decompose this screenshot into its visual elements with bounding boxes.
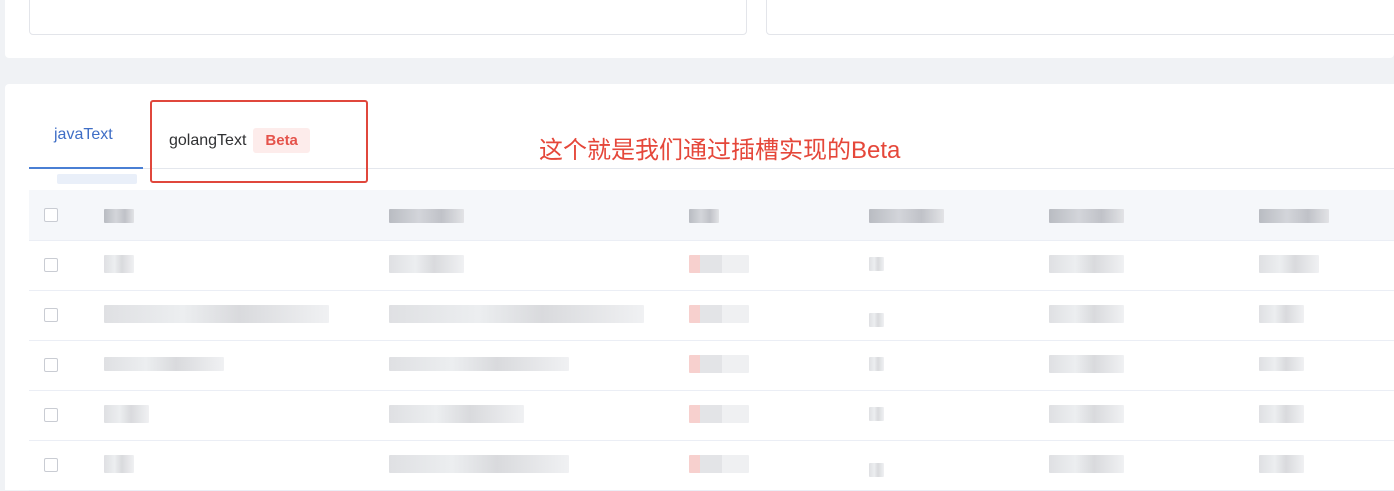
obscured-cell [104, 455, 134, 473]
obscured-cell [689, 255, 749, 273]
obscured-header-cell [389, 209, 464, 223]
obscured-header-cell [1259, 209, 1329, 223]
obscured-cell [1259, 357, 1304, 371]
row-checkbox[interactable] [44, 258, 58, 272]
obscured-header-cell [1049, 209, 1124, 223]
select-all-checkbox[interactable] [44, 208, 58, 222]
obscured-cell [389, 255, 464, 273]
obscured-cell [1259, 305, 1304, 323]
table-row[interactable] [29, 341, 1394, 391]
row-checkbox[interactable] [44, 458, 58, 472]
obscured-cell [389, 405, 524, 423]
obscured-cell [1259, 255, 1319, 273]
obscured-header-cell [869, 209, 944, 223]
table-row[interactable] [29, 391, 1394, 441]
table-row[interactable] [29, 441, 1394, 491]
obscured-cell [104, 305, 329, 323]
table-row[interactable] [29, 291, 1394, 341]
row-checkbox[interactable] [44, 408, 58, 422]
top-card-right [766, 0, 1394, 35]
obscured-cell [104, 405, 149, 423]
obscured-cell [869, 357, 884, 371]
table-row[interactable] [29, 241, 1394, 291]
annotation-highlight-box [150, 100, 368, 183]
obscured-cell [389, 305, 644, 323]
obscured-cell [1049, 305, 1124, 323]
top-panel [5, 0, 1394, 58]
obscured-header-cell [689, 209, 719, 223]
table-header [29, 190, 1394, 241]
obscured-cell [869, 463, 884, 477]
row-checkbox[interactable] [44, 308, 58, 322]
tab-java-text-label: javaText [54, 126, 113, 143]
obscured-cell [389, 357, 569, 371]
tab-java-text[interactable]: javaText [54, 126, 113, 144]
top-card-left [29, 0, 747, 35]
obscured-cell [689, 355, 749, 373]
obscured-cell [1049, 455, 1124, 473]
blurred-strip [57, 174, 137, 184]
row-checkbox[interactable] [44, 358, 58, 372]
obscured-cell [104, 357, 224, 371]
obscured-cell [689, 455, 749, 473]
obscured-cell [1259, 455, 1304, 473]
obscured-cell [1049, 255, 1124, 273]
obscured-cell [1049, 355, 1124, 373]
data-table [29, 190, 1394, 491]
annotation-text: 这个就是我们通过插槽实现的Beta [539, 137, 901, 164]
obscured-cell [869, 257, 884, 271]
main-panel: javaText golangText Beta 这个就是我们通过插槽实现的Be… [5, 84, 1394, 491]
obscured-cell [1049, 405, 1124, 423]
obscured-header-cell [104, 209, 134, 223]
obscured-cell [689, 405, 749, 423]
obscured-cell [1259, 405, 1304, 423]
obscured-cell [104, 255, 134, 273]
active-tab-indicator [29, 167, 143, 169]
obscured-cell [389, 455, 569, 473]
obscured-cell [689, 305, 749, 323]
obscured-cell [869, 407, 884, 421]
obscured-cell [869, 313, 884, 327]
